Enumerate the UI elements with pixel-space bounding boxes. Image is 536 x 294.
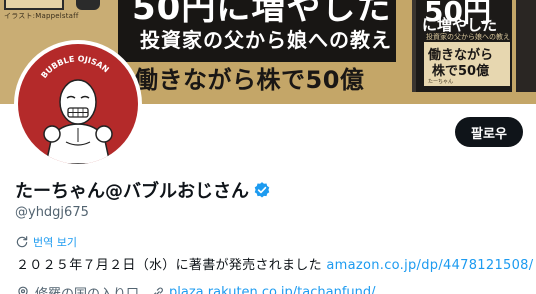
avatar-illustration: BUBBLE OJISAN [39, 54, 113, 164]
banner-headline-main: 働きながら株で50億 [134, 66, 365, 94]
banner-sketch [4, 0, 64, 10]
banner-book-cover: 50円 に増やした 投資家の父から娘への教え 働きながら 株で50億 たーちゃん [412, 0, 512, 92]
avatar[interactable]: BUBBLE OJISAN [14, 40, 142, 168]
bio-link[interactable]: amazon.co.jp/dp/4478121508/ [326, 258, 533, 273]
banner-sketch-shape [76, 0, 100, 10]
display-name: たーちゃん@バブルおじさん [15, 181, 249, 202]
translate-bio-link[interactable]: 번역 보기 [15, 234, 77, 250]
book-spine [516, 0, 536, 92]
book-title-line4: 株で50億 [432, 64, 490, 79]
profile-bio: ２０２５年７月２日（水）に著書が発売されました amazon.co.jp/dp/… [16, 254, 533, 273]
profile-name-row: たーちゃん@バブルおじさん [15, 177, 271, 203]
profile-info-row: 修羅の国の入り口 plaza.rakuten.co.jp/tachanfund/ [16, 283, 376, 294]
profile-handle: @yhdgj675 [15, 205, 89, 220]
avatar-text: BUBBLE OJISAN [39, 54, 110, 80]
location-pin-icon [18, 286, 28, 294]
follow-button[interactable]: 팔로우 [455, 117, 523, 147]
book-title-line2: 投資家の父から娘への教え [426, 33, 510, 41]
profile-location: 修羅の国の入り口 [35, 283, 139, 294]
book-author: たーちゃん [428, 79, 454, 85]
profile-website-link[interactable]: plaza.rakuten.co.jp/tachanfund/ [169, 285, 376, 294]
link-icon [153, 287, 163, 294]
verified-badge-icon[interactable] [253, 181, 271, 199]
avatar-image: BUBBLE OJISAN [18, 44, 138, 164]
banner-headline-sub: 投資家の父から娘への教え [140, 28, 392, 52]
banner-credit: イラスト:Mappelstaff [4, 12, 79, 20]
translate-label[interactable]: 번역 보기 [33, 234, 77, 250]
translate-icon [16, 236, 28, 248]
bio-text: ２０２５年７月２日（水）に著書が発売されました [16, 258, 327, 273]
